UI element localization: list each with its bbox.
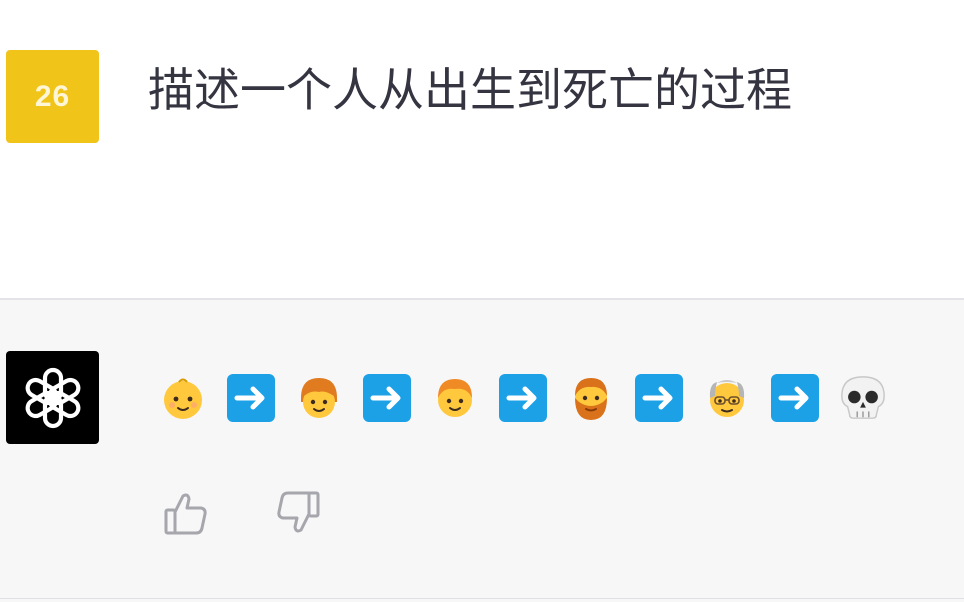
child-emoji [294, 373, 344, 423]
bearded-person-emoji [566, 373, 616, 423]
skull-emoji [838, 373, 888, 423]
assistant-emoji-response [158, 370, 906, 426]
arrow-right-emoji [498, 373, 548, 423]
arrow-right-emoji [770, 373, 820, 423]
user-message-text: 描述一个人从出生到死亡的过程 [148, 63, 792, 117]
arrow-right-emoji [362, 373, 412, 423]
old-man-emoji [702, 373, 752, 423]
arrow-right-emoji [634, 373, 684, 423]
chat-page: 26 描述一个人从出生到死亡的过程 [0, 0, 964, 602]
thumbs-up-button[interactable] [160, 487, 212, 539]
bottom-divider [0, 598, 964, 599]
assistant-avatar [6, 351, 99, 444]
user-avatar: 26 [6, 50, 99, 143]
user-message-row: 26 描述一个人从出生到死亡的过程 [0, 0, 964, 298]
person-emoji [430, 373, 480, 423]
thumbs-down-button[interactable] [272, 487, 324, 539]
baby-emoji [158, 373, 208, 423]
arrow-right-emoji [226, 373, 276, 423]
assistant-message-row [0, 300, 964, 602]
user-avatar-number: 26 [34, 79, 71, 113]
openai-logo-icon [25, 367, 80, 428]
feedback-controls [160, 487, 384, 539]
thumbs-down-icon [277, 491, 320, 533]
thumbs-up-icon [164, 493, 207, 535]
